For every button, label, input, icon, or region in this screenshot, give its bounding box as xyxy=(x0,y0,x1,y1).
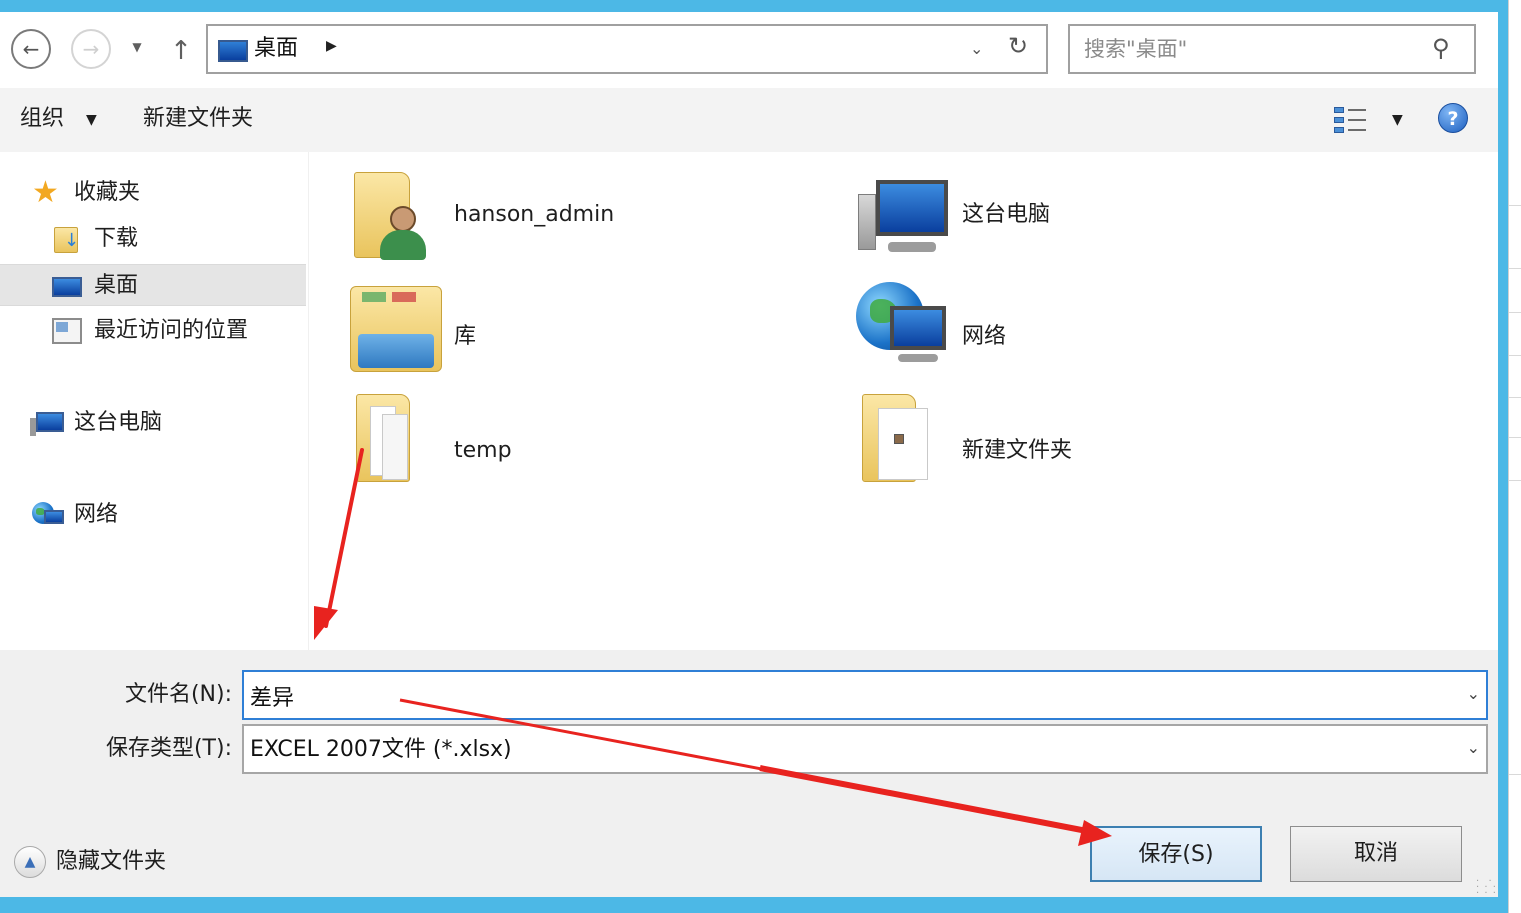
organize-dropdown-icon[interactable]: ▼ xyxy=(86,112,97,128)
sidebar-item-this-pc[interactable]: 这台电脑 xyxy=(0,402,306,444)
filetype-value: EXCEL 2007文件 (*.xlsx) xyxy=(250,737,512,762)
search-box[interactable]: ⚲ xyxy=(1068,24,1476,74)
window-frame-right xyxy=(1498,0,1508,913)
sidebar-item-label: 桌面 xyxy=(94,273,139,298)
list-item[interactable]: 库 xyxy=(348,276,768,376)
search-icon[interactable]: ⚲ xyxy=(1432,34,1450,62)
view-dropdown-icon[interactable]: ▼ xyxy=(1392,112,1403,128)
new-folder-button[interactable]: 新建文件夹 xyxy=(143,104,253,134)
sidebar-item-label: 网络 xyxy=(74,502,119,527)
breadcrumb-chevron-icon[interactable]: ▶ xyxy=(326,38,337,54)
sidebar-item-downloads[interactable]: ↓ 下载 xyxy=(0,218,306,260)
sidebar-item-label: 下载 xyxy=(94,226,139,251)
list-item[interactable]: 网络 xyxy=(854,276,1274,376)
navigation-pane: ★ 收藏夹 ↓ 下载 桌面 最近访问的位置 这台电脑 网络 xyxy=(0,152,310,650)
desktop-icon xyxy=(52,277,82,297)
chevron-down-icon[interactable]: ⌄ xyxy=(1467,684,1480,703)
list-item[interactable]: hanson_admin xyxy=(348,164,768,264)
up-button[interactable]: ↑ xyxy=(166,34,196,68)
item-label: 网络 xyxy=(962,324,1007,349)
item-label: hanson_admin xyxy=(454,202,615,227)
save-button[interactable]: 保存(S) xyxy=(1090,826,1262,882)
list-item[interactable]: 新建文件夹 xyxy=(854,388,1274,488)
sidebar-item-label: 这台电脑 xyxy=(74,410,163,435)
arrow-up-icon: ↑ xyxy=(170,36,192,66)
item-label: temp xyxy=(454,438,512,463)
filename-combobox[interactable]: ⌄ xyxy=(242,670,1488,720)
list-item[interactable]: 这台电脑 xyxy=(854,164,1274,264)
address-bar[interactable]: 桌面 ▶ ⌄ ↻ xyxy=(206,24,1048,74)
sidebar-item-recent-places[interactable]: 最近访问的位置 xyxy=(0,310,306,352)
sidebar-item-label: 收藏夹 xyxy=(74,180,141,205)
hide-folders-label: 隐藏文件夹 xyxy=(56,849,167,874)
save-options-panel: 文件名(N): ⌄ 保存类型(T): EXCEL 2007文件 (*.xlsx)… xyxy=(0,650,1498,897)
sidebar-item-network[interactable]: 网络 xyxy=(0,494,306,536)
view-options-icon[interactable] xyxy=(1334,105,1368,135)
hide-folders-button[interactable]: ▲ 隐藏文件夹 xyxy=(14,842,204,882)
organize-button[interactable]: 组织 xyxy=(20,104,64,134)
navigation-bar: ← → ▼ ↑ 桌面 ▶ ⌄ ↻ ⚲ xyxy=(0,12,1498,88)
resize-grip-icon[interactable]: . .. . .. . . xyxy=(1476,874,1496,896)
command-toolbar: 组织 ▼ 新建文件夹 ▼ ? xyxy=(0,88,1498,152)
filename-label: 文件名(N): xyxy=(124,682,232,707)
cancel-button[interactable]: 取消 xyxy=(1290,826,1462,882)
address-dropdown-icon[interactable]: ⌄ xyxy=(970,39,983,58)
item-label: 这台电脑 xyxy=(962,202,1051,227)
sidebar-item-desktop[interactable]: 桌面 xyxy=(0,264,306,306)
star-icon: ★ xyxy=(32,175,59,210)
forward-button[interactable]: → xyxy=(71,29,111,69)
pane-divider[interactable] xyxy=(308,152,309,650)
recent-locations-dropdown[interactable]: ▼ xyxy=(128,40,146,58)
list-item[interactable]: temp xyxy=(348,388,768,488)
chevron-down-icon[interactable]: ⌄ xyxy=(1467,738,1480,757)
sidebar-item-favorites[interactable]: ★ 收藏夹 xyxy=(0,172,306,214)
sidebar-item-label: 最近访问的位置 xyxy=(94,318,249,343)
chevron-up-icon: ▲ xyxy=(14,846,46,878)
item-label: 新建文件夹 xyxy=(962,438,1073,463)
arrow-left-icon: ← xyxy=(22,37,40,61)
filename-input[interactable] xyxy=(250,680,1440,712)
save-as-dialog: ← → ▼ ↑ 桌面 ▶ ⌄ ↻ ⚲ 组织 ▼ 新建文件夹 xyxy=(0,12,1498,897)
filetype-label: 保存类型(T): xyxy=(105,736,232,761)
back-button[interactable]: ← xyxy=(11,29,51,69)
search-input[interactable] xyxy=(1084,34,1424,64)
breadcrumb-desktop[interactable]: 桌面 xyxy=(254,34,298,64)
item-label: 库 xyxy=(454,324,477,349)
refresh-icon[interactable]: ↻ xyxy=(1008,32,1028,60)
background-window xyxy=(1508,0,1521,913)
window-frame-top xyxy=(0,0,1521,12)
help-icon[interactable]: ? xyxy=(1438,103,1468,133)
chevron-down-icon: ▼ xyxy=(132,40,142,54)
window-frame-bottom xyxy=(0,897,1508,913)
filetype-select[interactable]: EXCEL 2007文件 (*.xlsx) ⌄ xyxy=(242,724,1488,774)
arrow-right-icon: → xyxy=(82,37,100,61)
desktop-icon xyxy=(218,40,248,62)
